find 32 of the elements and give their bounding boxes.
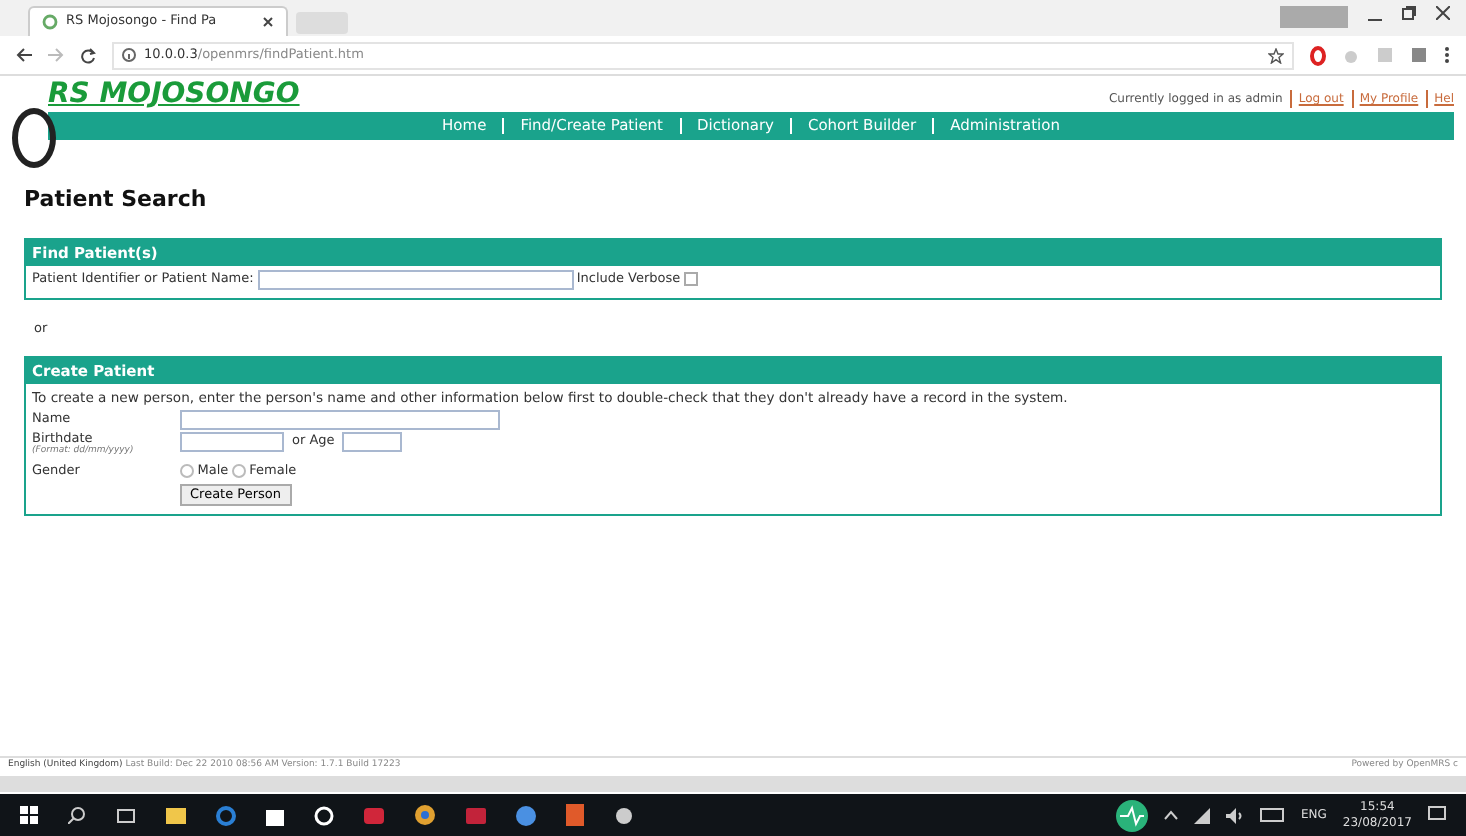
keyboard-icon[interactable]	[1260, 808, 1285, 822]
network-icon[interactable]	[1194, 807, 1211, 823]
reload-icon[interactable]	[80, 47, 96, 63]
logo-text[interactable]: RS MOJOSONGO	[48, 80, 300, 108]
speaker-icon[interactable]	[1226, 807, 1245, 823]
circle-icon[interactable]	[314, 805, 334, 825]
restore-icon[interactable]	[1402, 6, 1416, 20]
close-icon[interactable]	[262, 16, 274, 28]
search-field[interactable]	[257, 269, 574, 290]
menu-icon[interactable]	[1444, 46, 1450, 64]
radio-button[interactable]	[231, 464, 246, 479]
back-icon[interactable]	[16, 48, 32, 62]
ring-icon[interactable]	[1310, 45, 1326, 65]
heartbeat-icon[interactable]	[1116, 799, 1149, 831]
edge-icon[interactable]	[216, 805, 236, 825]
page-title: Patient Search	[24, 184, 209, 216]
windows-icon[interactable]	[20, 806, 38, 824]
name-field[interactable]	[180, 409, 500, 430]
folder-icon[interactable]	[166, 806, 186, 824]
info-icon	[122, 48, 136, 62]
verbose-checkbox[interactable]	[683, 272, 698, 287]
task-view-icon[interactable]	[116, 807, 136, 823]
age-field[interactable]	[342, 431, 403, 452]
horizontal-scrollbar[interactable]	[0, 776, 1466, 792]
notification-icon[interactable]	[1428, 806, 1446, 824]
star-icon[interactable]	[1268, 47, 1284, 63]
close-icon[interactable]	[1436, 6, 1450, 20]
birthdate-field[interactable]	[180, 431, 284, 452]
page-icon	[42, 14, 58, 30]
radio-button[interactable]	[180, 464, 194, 479]
search-icon[interactable]	[68, 806, 86, 824]
caret-icon[interactable]	[1164, 810, 1179, 820]
